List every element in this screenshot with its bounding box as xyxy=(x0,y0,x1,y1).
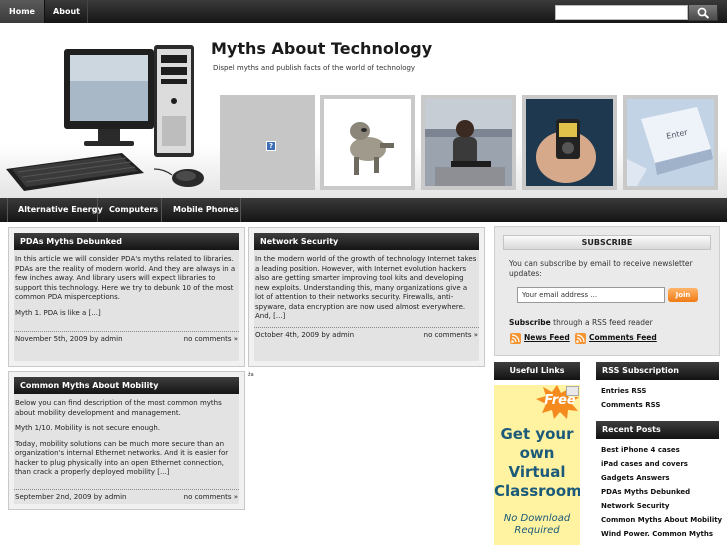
broken-image-icon: ? xyxy=(266,141,276,151)
site-description: Dispel myths and publish facts of the wo… xyxy=(213,64,416,72)
desktop-computer-illustration xyxy=(6,45,204,191)
post-card-inner: PDAs Myths Debunked In this article we w… xyxy=(14,233,239,361)
post-paragraph: Myth 1. PDA is like a [...] xyxy=(15,308,101,317)
top-navigation-bar: Home About xyxy=(0,0,727,23)
rss-lead-bold: Subscribe xyxy=(509,318,551,327)
recent-post-link[interactable]: iPad cases and covers xyxy=(601,460,688,468)
recent-post-link[interactable]: Best iPhone 4 cases xyxy=(601,446,680,454)
nav-about-link[interactable]: About xyxy=(46,0,88,23)
recent-post-link[interactable]: PDAs Myths Debunked xyxy=(601,488,690,496)
search-input[interactable] xyxy=(555,5,688,20)
ad-line: Virtual xyxy=(508,463,566,481)
post-card: Network Security In the modern world of … xyxy=(248,227,485,367)
post-paragraph: Today, mobility solutions can be much mo… xyxy=(15,439,229,477)
ad-choices-icon xyxy=(566,386,579,396)
post-title[interactable]: PDAs Myths Debunked xyxy=(14,233,239,250)
site-header: Myths About Technology Dispel myths and … xyxy=(0,23,727,198)
search-icon xyxy=(697,7,710,19)
post-paragraph: Below you can find description of the mo… xyxy=(15,399,222,417)
post-card-inner: Common Myths About Mobility Below you ca… xyxy=(14,377,239,504)
subscribe-title: SUBSCRIBE xyxy=(503,235,711,250)
post-meta: September 2nd, 2009 by admin no comments… xyxy=(14,489,239,501)
ad-line: own xyxy=(519,444,555,462)
recent-posts-list: Best iPhone 4 cases iPad cases and cover… xyxy=(601,446,725,545)
post-excerpt: In the modern world of the growth of tec… xyxy=(254,255,479,328)
site-title[interactable]: Myths About Technology xyxy=(211,39,432,58)
stray-mark: ža xyxy=(248,372,254,378)
post-card: Common Myths About Mobility Below you ca… xyxy=(8,371,245,510)
post-excerpt: Below you can find description of the mo… xyxy=(14,399,239,484)
post-excerpt: In this article we will consider PDA's m… xyxy=(14,255,239,324)
post-paragraph: In this article we will consider PDA's m… xyxy=(15,255,236,301)
rss-lead-text: Subscribe through a RSS feed reader xyxy=(509,318,653,327)
post-title[interactable]: Common Myths About Mobility xyxy=(14,377,239,394)
recent-posts-title: Recent Posts xyxy=(596,421,719,439)
category-separator xyxy=(7,198,8,222)
rss-lead-rest: through a RSS feed reader xyxy=(550,318,653,327)
category-separator xyxy=(97,198,98,222)
ad-line: Classroom xyxy=(494,482,580,500)
news-feed-link[interactable]: News Feed xyxy=(524,333,570,342)
post-paragraph: In the modern world of the growth of tec… xyxy=(255,255,477,320)
rss-subscription-list: Entries RSS Comments RSS xyxy=(601,387,721,417)
comments-rss-link[interactable]: Comments RSS xyxy=(601,401,660,409)
post-meta: October 4th, 2009 by admin no comments » xyxy=(254,327,479,339)
post-card: PDAs Myths Debunked In this article we w… xyxy=(8,227,245,367)
subscribe-description: You can subscribe by email to receive ne… xyxy=(509,259,693,278)
category-alternative-energy[interactable]: Alternative Energy xyxy=(18,198,103,222)
post-card-inner: Network Security In the modern world of … xyxy=(254,233,479,361)
header-thumbnail-mp3-player xyxy=(522,95,617,190)
rss-subscription-title: RSS Subscription xyxy=(596,362,719,380)
ad-subline: No Download Required xyxy=(494,513,580,537)
post-title[interactable]: Network Security xyxy=(254,233,479,250)
post-paragraph: Myth 1/10. Mobility is not secure enough… xyxy=(15,424,161,432)
recent-post-link[interactable]: Network Security xyxy=(601,502,669,510)
ad-sub-line: No Download xyxy=(503,513,571,524)
post-meta: November 5th, 2009 by admin no comments … xyxy=(14,331,239,343)
post-comments-link[interactable]: no comments » xyxy=(424,331,478,339)
post-date: September 2nd, 2009 by admin xyxy=(15,493,127,501)
post-comments-link[interactable]: no comments » xyxy=(184,493,238,501)
recent-post-link[interactable]: Wind Power. Common Myths xyxy=(601,530,713,538)
category-separator xyxy=(240,198,241,222)
category-navigation-bar: Alternative Energy Computers Mobile Phon… xyxy=(0,198,727,222)
search-button[interactable] xyxy=(688,4,718,21)
entries-rss-link[interactable]: Entries RSS xyxy=(601,387,646,395)
nav-home-link[interactable]: Home xyxy=(0,0,45,23)
recent-post-link[interactable]: Common Myths About Mobility xyxy=(601,516,722,524)
ad-line: Get your xyxy=(500,425,574,443)
recent-post-link[interactable]: Gadgets Answers xyxy=(601,474,670,482)
category-separator xyxy=(161,198,162,222)
post-comments-link[interactable]: no comments » xyxy=(184,335,238,343)
comments-feed-link[interactable]: Comments Feed xyxy=(589,333,657,342)
header-thumbnail-woman-laptop xyxy=(421,95,516,190)
post-date: October 4th, 2009 by admin xyxy=(255,331,355,339)
header-thumbnail-broken: ? xyxy=(220,95,315,190)
header-thumbnail-robot-dog xyxy=(320,95,415,190)
header-thumbnail-keyboard-key: Enter xyxy=(623,95,718,190)
email-field[interactable]: Your email address ... xyxy=(517,287,665,303)
subscribe-widget: SUBSCRIBE You can subscribe by email to … xyxy=(494,226,720,356)
virtual-classroom-ad[interactable]: Free Get your own Virtual Classroom No D… xyxy=(494,385,580,545)
rss-icon xyxy=(575,333,586,344)
post-date: November 5th, 2009 by admin xyxy=(15,335,123,343)
category-mobile-phones[interactable]: Mobile Phones xyxy=(173,198,239,222)
rss-icon xyxy=(510,333,521,344)
useful-links-title: Useful Links xyxy=(494,362,580,380)
ad-headline: Get your own Virtual Classroom xyxy=(494,425,580,501)
join-button[interactable]: Join xyxy=(668,288,698,302)
ad-sub-line: Required xyxy=(514,525,560,536)
category-computers[interactable]: Computers xyxy=(109,198,158,222)
